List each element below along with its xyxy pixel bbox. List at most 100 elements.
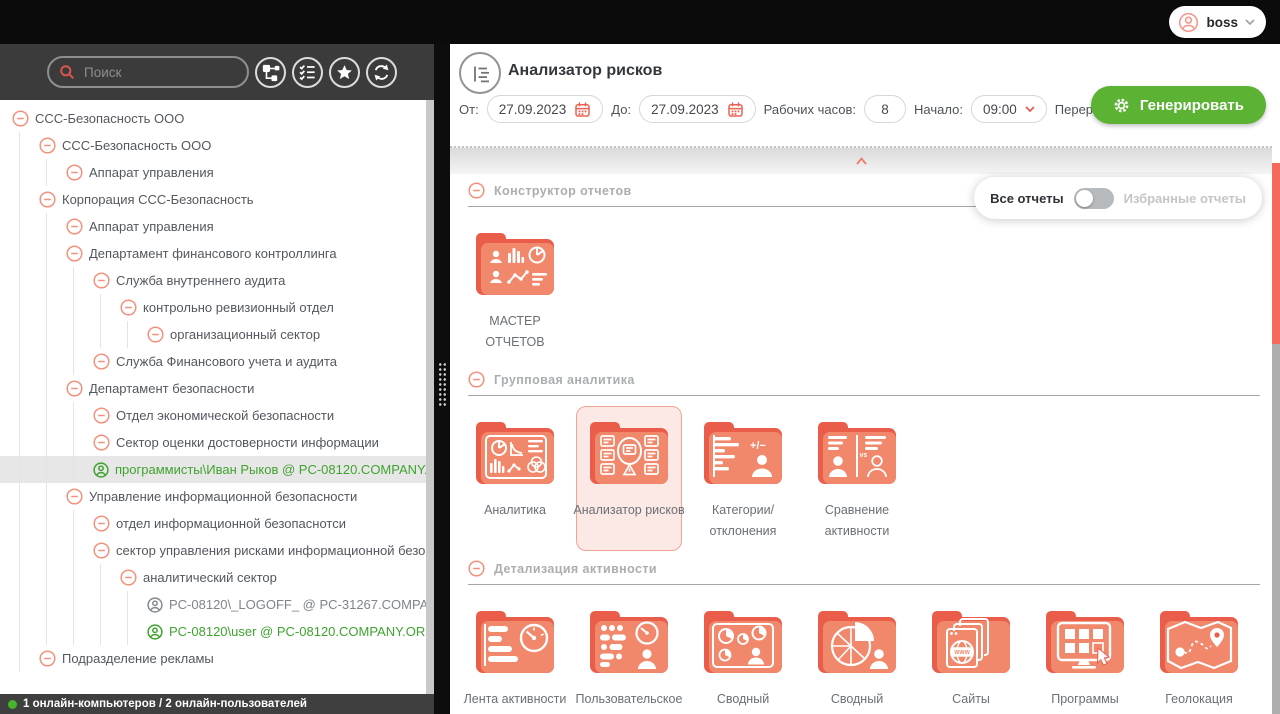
tree-guide-line	[19, 618, 20, 645]
list-view-button[interactable]	[292, 57, 323, 88]
tree-item[interactable]: PC-08120\_LOGOFF_ @ PC-31267.COMPANY.ORG	[0, 591, 426, 618]
tree-item[interactable]: Подразделение рекламы	[0, 645, 426, 672]
minus-icon[interactable]	[147, 326, 164, 343]
collapse-panel-handle[interactable]	[450, 146, 1272, 174]
tree-item[interactable]: Аппарат управления	[0, 159, 426, 186]
report-tile-compare[interactable]: vs Сравнение активности	[804, 406, 910, 551]
minus-icon[interactable]	[120, 569, 137, 586]
minus-icon[interactable]	[93, 353, 110, 370]
search-input[interactable]	[82, 64, 237, 81]
minus-icon[interactable]	[39, 191, 56, 208]
user-icon[interactable]	[147, 597, 163, 613]
tree-item[interactable]: Сектор оценки достоверности информации	[0, 429, 426, 456]
main-scrollbar[interactable]	[1272, 163, 1280, 714]
tree-guide-line	[73, 402, 74, 429]
tree-item[interactable]: контрольно ревизионный отдел	[0, 294, 426, 321]
minus-icon[interactable]	[93, 272, 110, 289]
chevron-up-icon[interactable]	[855, 157, 868, 165]
minus-icon[interactable]	[93, 542, 110, 559]
tree-item[interactable]: Аппарат управления	[0, 213, 426, 240]
minus-icon[interactable]	[66, 245, 83, 262]
tree-guide-line	[19, 159, 20, 186]
panel-splitter[interactable]	[434, 44, 450, 714]
minus-icon[interactable]	[93, 515, 110, 532]
tree-item-label: Служба внутреннего аудита	[116, 273, 285, 288]
tree-item[interactable]: аналитический сектор	[0, 564, 426, 591]
minus-icon[interactable]	[93, 434, 110, 451]
minus-icon[interactable]	[39, 650, 56, 667]
minus-icon[interactable]	[12, 110, 29, 127]
splitter-grip-icon[interactable]	[438, 362, 447, 408]
structure-view-button[interactable]	[255, 57, 286, 88]
tree-item[interactable]: PC-08120\user @ PC-08120.COMPANY.ORG	[0, 618, 426, 645]
minus-icon[interactable]	[468, 560, 485, 577]
calendar-icon[interactable]	[727, 101, 744, 118]
programs-folder-icon	[1041, 608, 1129, 676]
summary-simple-folder-icon	[699, 608, 787, 676]
minus-icon[interactable]	[39, 137, 56, 154]
minus-icon[interactable]	[66, 488, 83, 505]
minus-icon[interactable]	[66, 380, 83, 397]
tree-item[interactable]: Департамент безопасности	[0, 375, 426, 402]
tree-item[interactable]: Департамент финансового контроллинга	[0, 240, 426, 267]
tree-item[interactable]: программисты\Иван Рыков @ PC-08120.COMPA…	[0, 456, 426, 483]
user-menu-button[interactable]: boss	[1169, 6, 1266, 38]
generate-button[interactable]: Генерировать	[1091, 86, 1266, 124]
date-to-input[interactable]: 27.09.2023	[639, 95, 756, 123]
report-tile-user-time[interactable]: Пользовательское время	[576, 595, 682, 714]
report-tile-master-reports[interactable]: МАСТЕР ОТЧЕТОВ	[462, 217, 568, 362]
reports-toggle-switch[interactable]	[1074, 188, 1114, 209]
calendar-icon[interactable]	[574, 101, 591, 118]
report-tile-categories[interactable]: +/− Категории/ отклонения	[690, 406, 796, 551]
tree-guide-line	[73, 294, 74, 321]
tree-item[interactable]: сектор управления рисками информационной…	[0, 537, 426, 564]
report-tile-programs[interactable]: Программы	[1032, 595, 1138, 714]
refresh-button[interactable]	[366, 57, 397, 88]
to-label: До:	[611, 102, 631, 117]
tree-guide-line	[19, 294, 20, 321]
tree-item[interactable]: Служба Финансового учета и аудита	[0, 348, 426, 375]
work-hours-input[interactable]: 8	[864, 95, 906, 123]
minus-icon[interactable]	[468, 371, 485, 388]
tree-guide-line	[46, 564, 47, 591]
minus-icon[interactable]	[66, 164, 83, 181]
tree-item[interactable]: Отдел экономической безопасности	[0, 402, 426, 429]
all-reports-label[interactable]: Все отчеты	[990, 191, 1064, 206]
tree-guide-line	[100, 321, 101, 348]
minus-icon[interactable]	[468, 182, 485, 199]
tree-item-label: программисты\Иван Рыков @ PC-08120.COMPA…	[115, 462, 426, 477]
user-icon[interactable]	[147, 624, 163, 640]
user-icon[interactable]	[93, 462, 109, 478]
tree-guide-line	[46, 456, 47, 483]
report-tile-summary[interactable]: Сводный	[804, 595, 910, 714]
tree-item[interactable]: Управление информационной безопасности	[0, 483, 426, 510]
tree-guide-line	[73, 618, 74, 645]
main-scrollbar-thumb[interactable]	[1272, 163, 1280, 344]
tree-item[interactable]: Служба внутреннего аудита	[0, 267, 426, 294]
report-tile-summary-simple[interactable]: Сводный упрощенный	[690, 595, 796, 714]
tree-item[interactable]: ССС-Безопасность ООО	[0, 105, 426, 132]
tree-item[interactable]: отдел информационной безопаснотси	[0, 510, 426, 537]
tree-item[interactable]: Корпорация ССС-Безопасность	[0, 186, 426, 213]
favorites-button[interactable]	[329, 57, 360, 88]
summary-folder-icon	[813, 608, 901, 676]
minus-icon[interactable]	[66, 218, 83, 235]
start-time-select[interactable]: 09:00	[971, 95, 1047, 123]
minus-icon[interactable]	[93, 407, 110, 424]
report-tile-risk-analyzer[interactable]: Анализатор рисков	[576, 406, 682, 551]
report-tile-analytics[interactable]: Аналитика	[462, 406, 568, 551]
report-tile-sites[interactable]: WWW Сайты	[918, 595, 1024, 714]
tree-guide-line	[46, 159, 47, 186]
tree-guide-line	[73, 348, 74, 375]
favorite-reports-label[interactable]: Избранные отчеты	[1124, 191, 1246, 206]
sidebar-scrollbar[interactable]	[426, 100, 434, 694]
report-tile-activity-feed[interactable]: Лента активности	[462, 595, 568, 714]
toggle-knob[interactable]	[1076, 190, 1093, 207]
status-text: 1 онлайн-компьютеров / 2 онлайн-пользова…	[23, 698, 307, 710]
tree-item[interactable]: ССС-Безопасность ООО	[0, 132, 426, 159]
minus-icon[interactable]	[120, 299, 137, 316]
tree-item[interactable]: организационный сектор	[0, 321, 426, 348]
report-tile-geo[interactable]: Геолокация	[1146, 595, 1252, 714]
date-from-input[interactable]: 27.09.2023	[487, 95, 604, 123]
refresh-icon	[371, 62, 392, 83]
